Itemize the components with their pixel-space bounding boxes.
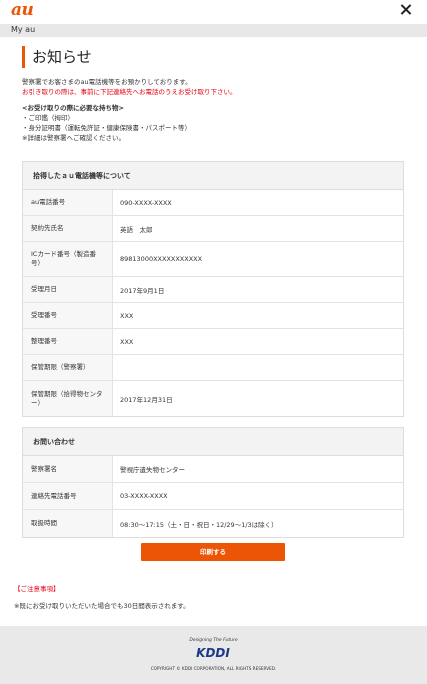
row-label: 受理番号 <box>23 303 113 328</box>
close-icon[interactable] <box>399 3 413 17</box>
table-row: ICカード番号（製造番号） 89813000XXXXXXXXXXX <box>23 242 403 277</box>
table-row: 整理番号 XXX <box>23 329 403 355</box>
page-title-wrap: お知らせ <box>22 46 92 68</box>
row-label: 契約先氏名 <box>23 216 113 241</box>
row-value: 2017年9月1日 <box>120 286 165 295</box>
notice-page: お知らせ 警察署でお客さまのau電話機等をお預かりしております。 お引き取りの際… <box>0 37 427 626</box>
table-row: 契約先氏名 英語 太郎 <box>23 216 403 242</box>
kddi-logo-icon[interactable]: KDDI <box>192 645 234 659</box>
row-label: 整理番号 <box>23 329 113 354</box>
footer-copyright: COPYRIGHT © KDDI CORPORATION, ALL RIGHTS… <box>150 666 277 671</box>
row-value: 2017年12月31日 <box>120 395 173 404</box>
row-label: 保管期限（拾得物センター） <box>23 381 113 416</box>
table-row: 連絡先電話番号 03-XXXX-XXXX <box>23 483 403 510</box>
row-value: 090-XXXX-XXXX <box>120 198 172 207</box>
table-row: 警察署名 警視庁遺失物センター <box>23 456 403 483</box>
device-card-heading: 拾得したａｕ電話機等について <box>23 162 403 190</box>
row-value: 警視庁遺失物センター <box>120 466 185 474</box>
row-label: 受理月日 <box>23 277 113 302</box>
item-note: ※詳細は警察署へご確認ください。 <box>22 134 125 142</box>
row-value: XXX <box>120 337 134 346</box>
row-label: 保管期限（警察署） <box>23 355 113 380</box>
row-label: ICカード番号（製造番号） <box>23 242 113 276</box>
row-label: au電話番号 <box>23 190 113 215</box>
row-value: XXX <box>120 311 134 320</box>
item-seal: ・ご印鑑（拇印） <box>22 114 74 122</box>
row-value: 89813000XXXXXXXXXXX <box>120 255 203 263</box>
table-row: 保管期限（拾得物センター） 2017年12月31日 <box>23 381 403 416</box>
my-au-bar: My au <box>0 24 427 37</box>
table-row: au電話番号 090-XXXX-XXXX <box>23 190 403 216</box>
kddi-logo-text: KDDI <box>196 646 230 659</box>
contact-card-heading: お問い合わせ <box>23 428 403 456</box>
table-row: 受理月日 2017年9月1日 <box>23 277 403 303</box>
contact-card: お問い合わせ 警察署名 警視庁遺失物センター 連絡先電話番号 03-XXXX-X… <box>22 427 404 538</box>
row-label: 警察署名 <box>23 456 113 482</box>
table-row: 受理番号 XXX <box>23 303 403 329</box>
items-heading: <お受け取りの際に必要な持ち物> <box>22 104 124 112</box>
table-row: 取扱時間 08:30～17:15（土・日・祝日・12/29～1/3は除く） <box>23 510 403 537</box>
au-logo[interactable]: au <box>11 0 34 20</box>
footer-tagline: Designing The Future <box>189 638 238 643</box>
row-value: 英語 太郎 <box>120 225 153 234</box>
phone-value[interactable]: 03-XXXX-XXXX <box>113 483 403 509</box>
intro-text: 警察署でお客さまのau電話機等をお預かりしております。 お引き取りの際は、事前に… <box>22 77 237 143</box>
my-au-label[interactable]: My au <box>11 25 35 34</box>
notes-body: ※既にお受け取りいただいた場合でも30日間表示されます。 <box>14 602 190 610</box>
footer: Designing The Future KDDI COPYRIGHT © KD… <box>0 626 427 684</box>
row-value <box>113 355 403 380</box>
page-title: お知らせ <box>32 48 92 66</box>
item-id: ・身分証明書（運転免許証・健康保険書・パスポート等） <box>22 124 191 132</box>
intro-line-1: 警察署でお客さまのau電話機等をお預かりしております。 <box>22 78 192 86</box>
intro-line-2: お引き取りの際は、事前に下記連絡先へお電話のうえお受け取り下さい。 <box>22 88 237 96</box>
notes-title: 【ご注意事項】 <box>14 585 60 593</box>
row-label: 取扱時間 <box>23 510 113 537</box>
row-label: 連絡先電話番号 <box>23 483 113 509</box>
print-button[interactable]: 印刷する <box>141 543 285 561</box>
top-bar: au <box>0 0 427 24</box>
device-card: 拾得したａｕ電話機等について au電話番号 090-XXXX-XXXX 契約先氏… <box>22 161 404 417</box>
row-value: 08:30～17:15（土・日・祝日・12/29～1/3は除く） <box>120 520 278 529</box>
table-row: 保管期限（警察署） <box>23 355 403 381</box>
